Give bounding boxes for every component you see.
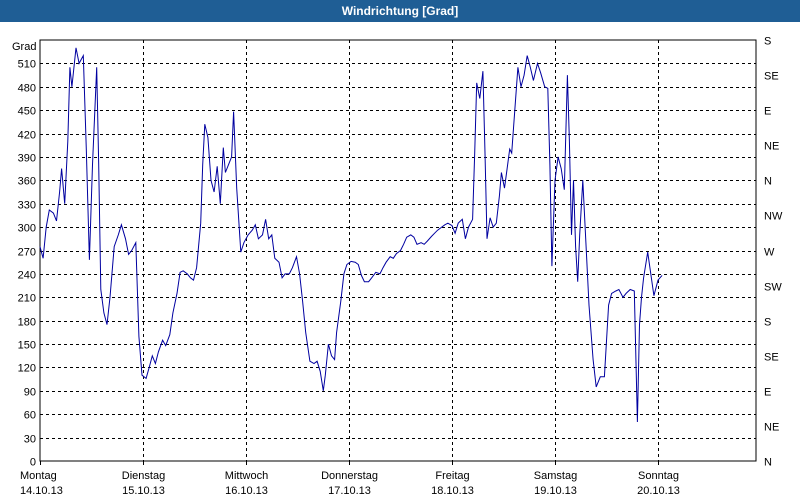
y-tick-label: 480 xyxy=(18,83,36,95)
direction-tick-label: NE xyxy=(764,422,779,434)
direction-tick-label: S xyxy=(764,36,771,48)
y-tick-label: 450 xyxy=(18,106,36,118)
x-tick-day: Freitag xyxy=(435,470,469,482)
y-tick-label: 240 xyxy=(18,270,36,282)
y-tick-label: 150 xyxy=(18,340,36,352)
direction-tick-label: N xyxy=(764,457,772,469)
x-tick-day: Mittwoch xyxy=(225,470,268,482)
x-tick-date: 16.10.13 xyxy=(225,485,268,497)
direction-tick-label: NW xyxy=(764,211,783,223)
x-tick-day: Samstag xyxy=(534,470,577,482)
y-tick-label: 300 xyxy=(18,223,36,235)
direction-tick-label: SE xyxy=(764,71,779,83)
x-axis: Montag 14.10.13 Dienstag 15.10.13 Mittwoch 16… xyxy=(20,461,680,497)
y-axis-label: Grad xyxy=(12,41,36,53)
direction-tick-label: E xyxy=(764,387,771,399)
y-tick-label: 30 xyxy=(24,434,36,446)
direction-tick-label: SE xyxy=(764,352,779,364)
y-tick-label: 90 xyxy=(24,387,36,399)
direction-tick-label: SW xyxy=(764,282,782,294)
y-tick-label: 120 xyxy=(18,363,36,375)
y-tick-label: 210 xyxy=(18,293,36,305)
y-tick-label: 390 xyxy=(18,153,36,165)
x-tick-date: 14.10.13 xyxy=(20,485,63,497)
direction-tick-label: E xyxy=(764,106,771,118)
y-tick-label: 420 xyxy=(18,130,36,142)
x-tick-date: 19.10.13 xyxy=(534,485,577,497)
y-tick-label: 60 xyxy=(24,410,36,422)
y-tick-label: 180 xyxy=(18,317,36,329)
x-tick-day: Sonntag xyxy=(638,470,679,482)
direction-tick-label: W xyxy=(764,247,775,259)
y-axis-left: 0 30 60 90 120 150 180 210 240 270 300 330 360 390 420… xyxy=(18,59,36,469)
direction-tick-label: S xyxy=(764,317,771,329)
direction-tick-label: NE xyxy=(764,141,779,153)
y-tick-label: 360 xyxy=(18,176,36,188)
x-tick-day: Donnerstag xyxy=(321,470,378,482)
plot-frame xyxy=(39,39,757,462)
y-tick-label: 270 xyxy=(18,247,36,259)
y-tick-label: 0 xyxy=(30,457,36,469)
x-tick-date: 15.10.13 xyxy=(122,485,165,497)
x-tick-date: 17.10.13 xyxy=(328,485,371,497)
x-tick-day: Montag xyxy=(20,470,57,482)
y-tick-label: 510 xyxy=(18,59,36,71)
x-tick-date: 20.10.13 xyxy=(637,485,680,497)
y-axis-right: N NE E SE S SW W NW N NE E SE S xyxy=(764,36,783,469)
direction-tick-label: N xyxy=(764,176,772,188)
x-tick-date: 18.10.13 xyxy=(431,485,474,497)
chart-area: 0 30 60 90 120 150 180 210 240 270 300 330 360 390 420… xyxy=(12,36,783,498)
x-tick-day: Dienstag xyxy=(122,470,165,482)
y-tick-label: 330 xyxy=(18,200,36,212)
